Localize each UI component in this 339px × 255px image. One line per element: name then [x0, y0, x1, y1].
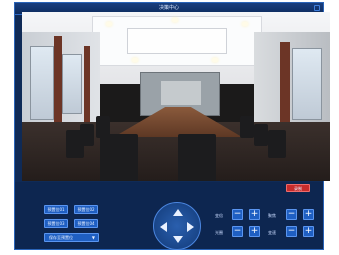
- minus-icon: −: [233, 209, 242, 219]
- zoom-label: 变倍: [215, 213, 223, 218]
- aperture-label: 光圈: [215, 230, 223, 235]
- ceiling-light: [172, 18, 178, 22]
- minus-icon: −: [233, 226, 242, 236]
- preset-button-04[interactable]: 预置位04: [74, 219, 98, 228]
- video-window: [30, 46, 54, 120]
- video-pillar: [84, 46, 90, 122]
- zoom-plus-button[interactable]: +: [249, 209, 260, 220]
- ptz-direction-pad: [153, 202, 201, 250]
- video-chair: [268, 130, 286, 158]
- video-pillar: [280, 42, 290, 132]
- video-pillar: [54, 36, 62, 132]
- save-preset-dropdown-label: 保存至预置位: [49, 235, 73, 240]
- chevron-down-icon: ▼: [91, 235, 95, 240]
- aperture-plus-button[interactable]: +: [249, 226, 260, 237]
- speed-minus-button[interactable]: −: [286, 226, 297, 237]
- ceiling-light: [106, 22, 112, 26]
- plus-icon: +: [250, 209, 259, 219]
- close-icon[interactable]: [314, 5, 320, 11]
- focus-minus-button[interactable]: −: [286, 209, 297, 220]
- arrow-left-icon[interactable]: [160, 222, 167, 232]
- video-window: [62, 54, 82, 114]
- arrow-right-icon[interactable]: [187, 222, 194, 232]
- focus-plus-button[interactable]: +: [303, 209, 314, 220]
- aperture-minus-button[interactable]: −: [232, 226, 243, 237]
- plus-icon: +: [250, 226, 259, 236]
- video-window: [292, 48, 322, 120]
- video-chair: [254, 124, 268, 146]
- ceiling-light: [132, 58, 138, 62]
- arrow-down-icon[interactable]: [173, 236, 183, 243]
- save-preset-dropdown[interactable]: 保存至预置位 ▼: [44, 233, 99, 242]
- arrow-up-icon[interactable]: [173, 209, 183, 216]
- minus-icon: −: [287, 209, 296, 219]
- focus-label: 聚焦: [268, 213, 276, 218]
- video-chair: [66, 130, 84, 158]
- video-chair: [100, 134, 138, 181]
- ceiling-light: [212, 58, 218, 62]
- speed-label: 变速: [268, 230, 276, 235]
- minus-icon: −: [287, 226, 296, 236]
- preset-button-03[interactable]: 预置位03: [44, 219, 68, 228]
- record-button[interactable]: 录制: [286, 184, 310, 192]
- preset-button-02[interactable]: 预置位02: [74, 205, 98, 214]
- video-chair: [240, 116, 254, 138]
- ceiling-light: [242, 22, 248, 26]
- control-panel: 录制 预置位01 预置位02 预置位03 预置位04 保存至预置位 ▼ 变倍 −…: [15, 182, 323, 250]
- video-ceiling-recess: [127, 28, 227, 54]
- plus-icon: +: [304, 209, 313, 219]
- preset-button-01[interactable]: 预置位01: [44, 205, 68, 214]
- video-chair: [178, 134, 216, 181]
- video-back-screen: [161, 81, 201, 105]
- zoom-minus-button[interactable]: −: [232, 209, 243, 220]
- video-feed: [22, 12, 330, 181]
- plus-icon: +: [304, 226, 313, 236]
- speed-plus-button[interactable]: +: [303, 226, 314, 237]
